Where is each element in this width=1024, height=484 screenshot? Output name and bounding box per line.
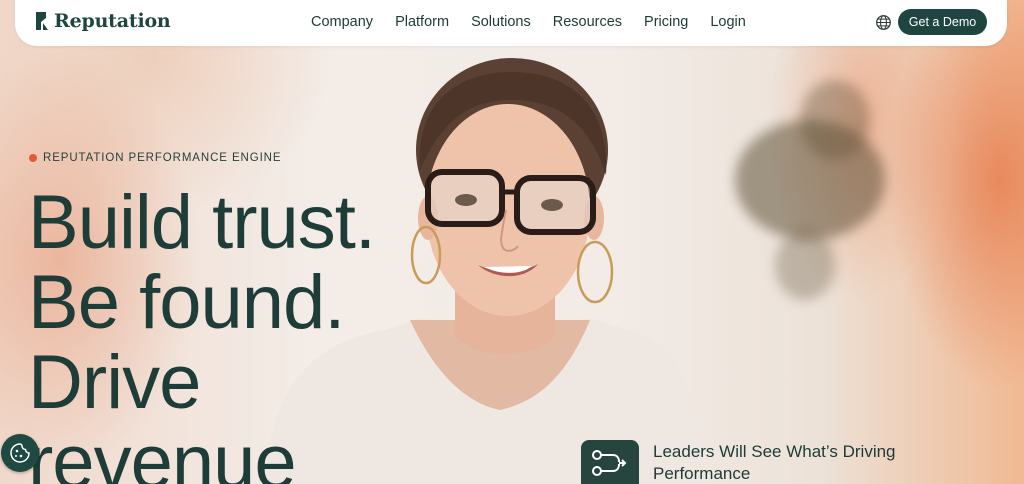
brand-logo[interactable]: Reputation [35,10,171,32]
nav-link-company[interactable]: Company [311,14,373,30]
reputation-logo-icon [36,12,48,30]
cookie-settings-button[interactable] [1,434,39,472]
nav-link-solutions[interactable]: Solutions [471,14,531,30]
eyebrow-text: REPUTATION PERFORMANCE ENGINE [43,152,282,164]
nav-link-platform[interactable]: Platform [395,14,449,30]
feature-card-icon [581,440,639,484]
headline-line-3: Drive [28,340,201,425]
nav-links: Company Platform Solutions Resources Pri… [311,14,768,30]
eyebrow-dot [29,154,37,162]
top-navbar: Reputation Company Platform Solutions Re… [15,0,1007,46]
brand-name: Reputation [54,10,171,32]
headline-line-2: Be found. [28,260,345,345]
cookie-icon [10,443,30,463]
feature-text: Leaders Will See What’s Driving Performa… [653,442,896,483]
globe-icon[interactable] [875,14,892,31]
headline-line-1: Build trust. [28,180,376,265]
nav-link-resources[interactable]: Resources [553,14,622,30]
headline-line-4: revenue [28,420,297,484]
hero-eyebrow: REPUTATION PERFORMANCE ENGINE [29,152,281,164]
get-a-demo-button[interactable]: Get a Demo [898,9,987,35]
nav-link-login[interactable]: Login [710,14,745,30]
nav-link-pricing[interactable]: Pricing [644,14,688,30]
workflow-icon [592,450,627,476]
hero-headline: Build trust. Be found. Drive revenue [28,180,376,484]
